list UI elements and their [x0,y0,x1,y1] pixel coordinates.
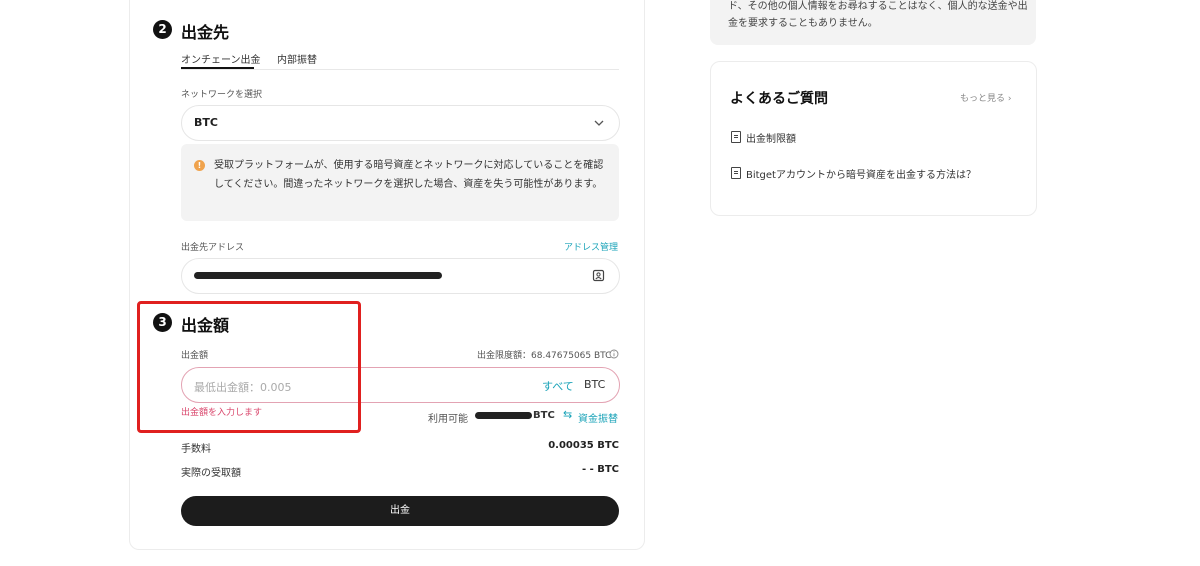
redacted-address [194,272,442,279]
fee-value: 0.00035 BTC [548,440,619,451]
faq-more-label: もっと見る [960,94,1006,104]
withdraw-button[interactable]: 出金 [181,496,619,526]
security-notice-text: ド、その他の個人情報をお尋ねすることはなく、個人的な送金や出金を要求することもあ… [728,1,1028,29]
network-warning-text: 受取プラットフォームが、使用する暗号資産とネットワークに対応していることを確認し… [214,160,604,190]
faq-item-label: 出金制限額 [746,134,796,145]
network-warning-notice: ! 受取プラットフォームが、使用する暗号資産とネットワークに対応していることを確… [181,144,619,221]
faq-item-label: Bitgetアカウントから暗号資産を出金する方法は？ [746,170,976,181]
faq-card: よくあるご質問 もっと見る › 出金制限額 Bitgetアカウントから暗号資産を… [710,61,1037,216]
step-2-badge: 2 [153,20,172,39]
faq-item[interactable]: Bitgetアカウントから暗号資産を出金する方法は？ [731,166,976,181]
received-amount-value: - - BTC [581,464,619,475]
document-icon [731,131,741,143]
network-label: ネットワークを選択 [181,90,263,100]
address-input[interactable] [181,258,620,294]
address-label: 出金先アドレス [181,243,245,253]
tab-onchain-withdraw[interactable]: オンチェーン出金 [181,51,261,66]
faq-more-link[interactable]: もっと見る › [960,91,1012,104]
available-currency: BTC [533,410,555,421]
address-book-icon[interactable] [592,269,605,282]
address-manage-link[interactable]: アドレス管理 [564,240,618,253]
chevron-right-icon: › [1007,94,1012,104]
fee-label: 手数料 [181,444,211,455]
step-2-title: 出金先 [181,23,230,42]
faq-item[interactable]: 出金制限額 [731,130,796,145]
warning-icon: ! [194,160,205,171]
amount-highlight-box [137,301,361,433]
received-amount-label: 実際の受取額 [181,468,241,479]
withdraw-limit-text: 出金限度額：68.47675065 BTC [477,351,612,361]
document-icon [731,167,741,179]
faq-title: よくあるご質問 [730,91,828,107]
amount-currency: BTC [584,378,606,391]
chevron-down-icon [594,120,604,126]
network-value: BTC [194,116,218,129]
tabs-divider [181,69,619,70]
tab-internal-transfer[interactable]: 内部振替 [277,51,317,66]
network-select[interactable]: BTC [181,105,620,141]
transfer-icon: ⇆ [563,408,573,421]
info-icon[interactable] [609,349,619,359]
available-label: 利用可能 [428,414,468,425]
fund-transfer-link[interactable]: 資金振替 [578,410,618,425]
redacted-available-balance [475,412,532,419]
max-all-button[interactable]: すべて [542,378,574,394]
security-notice: ド、その他の個人情報をお尋ねすることはなく、個人的な送金や出金を要求することもあ… [710,0,1036,45]
